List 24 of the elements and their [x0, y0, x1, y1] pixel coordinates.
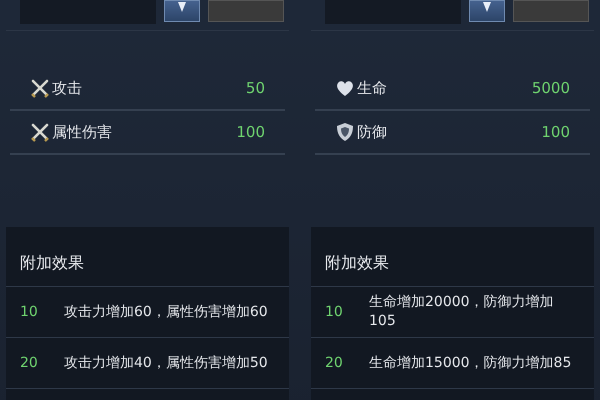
- shield-icon: [335, 122, 355, 142]
- effects-title: 附加效果: [311, 253, 594, 287]
- crossed-swords-icon: [30, 122, 50, 142]
- stat-label: 防御: [357, 122, 387, 142]
- stat-label: 生命: [357, 78, 387, 98]
- dropdown-button[interactable]: [164, 0, 200, 22]
- effect-level: 10: [19, 304, 39, 320]
- stat-value: 50: [246, 79, 265, 97]
- crossed-swords-icon: [30, 78, 50, 98]
- effect-level: 20: [324, 355, 344, 371]
- stat-label: 攻击: [52, 78, 82, 98]
- stat-value: 5000: [532, 79, 570, 97]
- effect-text: 攻击力增加60，属性伤害增加60: [64, 302, 269, 322]
- stat-value: 100: [541, 123, 570, 141]
- dropdown-button[interactable]: [469, 0, 505, 22]
- heart-icon: [335, 78, 355, 98]
- effects-title: 附加效果: [6, 253, 289, 287]
- effect-text: 攻击力增加40，属性伤害增加50: [64, 354, 269, 372]
- stat-value: 100: [236, 123, 265, 141]
- effect-text: 生命增加15000，防御力增加85: [369, 354, 572, 372]
- stat-label: 属性伤害: [52, 122, 112, 142]
- effect-level: 20: [19, 355, 39, 371]
- effect-level: 10: [324, 304, 344, 320]
- effect-text: 生命增加20000，防御力增加105: [369, 293, 555, 331]
